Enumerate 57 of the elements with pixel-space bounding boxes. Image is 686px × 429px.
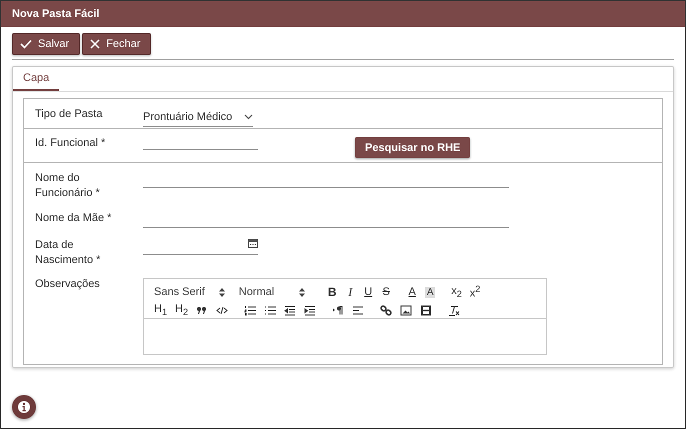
toolbar-button[interactable] <box>380 304 392 316</box>
date-field[interactable] <box>143 238 258 255</box>
toolbar-button[interactable]: x$^{2}$ <box>470 284 480 300</box>
toolbar-button[interactable]: H$_{2}$ <box>175 302 188 318</box>
toolbar-button[interactable]: A <box>407 286 418 298</box>
field-label: Id. Funcional * <box>35 137 106 149</box>
quote-icon <box>196 304 208 316</box>
align-left-icon <box>352 304 364 316</box>
tab[interactable]: Capa <box>13 67 60 91</box>
toolbar-button[interactable]: U <box>363 286 374 298</box>
field-label: Tipo de Pasta <box>35 108 104 120</box>
image-icon <box>400 304 412 316</box>
close-icon <box>90 39 100 49</box>
search-button[interactable]: Pesquisar no RHE <box>355 137 470 158</box>
clear-format-icon <box>448 304 460 316</box>
format-picker[interactable]: Sans Serif <box>154 286 225 298</box>
toolbar-button[interactable] <box>264 304 276 316</box>
toolbar-button[interactable]: x$_{2}$ <box>451 284 462 300</box>
folder-type-select[interactable]: Prontuário Médico <box>143 108 254 127</box>
toolbar-button[interactable] <box>400 304 412 316</box>
info-button[interactable] <box>12 395 36 419</box>
toolbar-button[interactable] <box>196 304 208 316</box>
toolbar-button[interactable]: H$_{1}$ <box>154 302 168 318</box>
code-icon <box>216 304 228 316</box>
sort-arrows-icon <box>299 288 306 296</box>
toolbar-button[interactable] <box>420 304 432 316</box>
paragraph-direction-icon <box>332 304 344 316</box>
toolbar-button[interactable]: A <box>425 286 436 298</box>
sort-arrows-icon <box>218 288 225 296</box>
bullet-list-icon <box>264 304 276 316</box>
toolbar-button[interactable]: B <box>327 285 338 299</box>
info-icon <box>17 400 31 414</box>
field-label: Nome da Mãe * <box>35 211 112 226</box>
outdent-icon <box>284 304 296 316</box>
toolbar-button[interactable]: S <box>381 286 392 298</box>
toolbar-button[interactable] <box>216 304 228 316</box>
film-icon <box>420 304 432 316</box>
chevron-down-icon <box>244 114 254 120</box>
calendar-icon <box>248 238 258 248</box>
toolbar-button[interactable] <box>448 304 460 316</box>
indent-icon <box>304 304 316 316</box>
check-icon <box>20 39 32 49</box>
format-picker[interactable]: Normal <box>238 286 306 298</box>
toolbar-button[interactable] <box>244 304 256 316</box>
toolbar-button[interactable] <box>332 304 344 316</box>
field-label: Nome do Funcionário * <box>35 171 101 201</box>
toolbar-button[interactable] <box>352 304 364 316</box>
toolbar-button[interactable] <box>284 304 296 316</box>
action-button[interactable]: Fechar <box>82 33 152 55</box>
action-button[interactable]: Salvar <box>12 33 80 55</box>
field-label: Data de Nascimento * <box>35 238 102 268</box>
link-icon <box>380 304 392 316</box>
toolbar-button[interactable]: I <box>345 284 356 300</box>
window-title: Nova Pasta Fácil <box>12 8 100 20</box>
field-label: Observações <box>35 278 101 290</box>
toolbar-button[interactable] <box>304 304 316 316</box>
numbered-list-icon <box>244 304 256 316</box>
